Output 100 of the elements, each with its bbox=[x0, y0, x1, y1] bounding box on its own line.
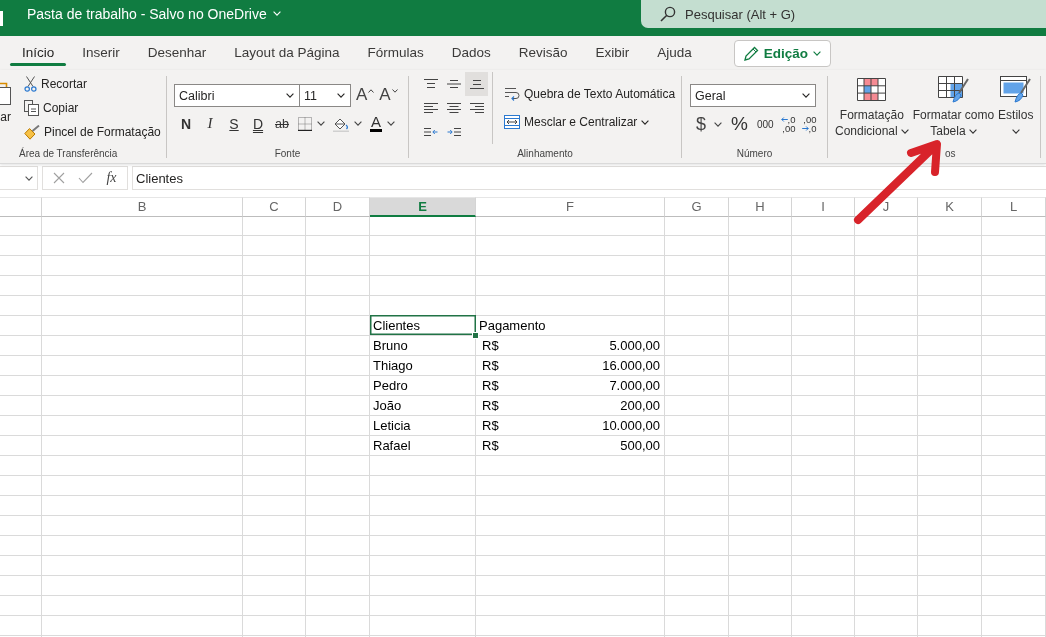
amount-value: 5.000,00 bbox=[609, 337, 660, 355]
amount-value: 7.000,00 bbox=[609, 377, 660, 395]
paste-button[interactable]: ar bbox=[0, 70, 11, 146]
formula-input[interactable]: Clientes bbox=[132, 166, 1046, 190]
scissors-icon bbox=[24, 76, 37, 92]
chevron-icon bbox=[272, 11, 281, 16]
decrease-indent-icon[interactable] bbox=[423, 127, 438, 137]
chevron-icon bbox=[714, 121, 722, 127]
number-format-dropdown[interactable]: Geral bbox=[690, 84, 816, 107]
merge-center-button[interactable]: Mesclar e Centralizar bbox=[502, 108, 678, 136]
italic-button[interactable]: I bbox=[198, 113, 222, 134]
currency-format-button[interactable]: $ bbox=[690, 113, 726, 135]
table-cell-text: Thiago bbox=[372, 357, 414, 375]
thousands-separator-button[interactable]: 000 bbox=[752, 118, 778, 130]
search-icon bbox=[660, 6, 676, 22]
currency-symbol: R$ bbox=[482, 337, 499, 355]
group-label: Área de Transferência bbox=[18, 146, 119, 161]
shrink-font-button[interactable]: A bbox=[379, 84, 398, 107]
column-header[interactable]: C bbox=[243, 197, 306, 217]
increase-indent-icon[interactable] bbox=[446, 127, 461, 137]
group-label: os bbox=[944, 147, 957, 161]
column-header[interactable]: H bbox=[729, 197, 792, 217]
column-header[interactable]: G bbox=[665, 197, 729, 217]
ribbon-tab[interactable]: Revisão bbox=[504, 36, 582, 70]
fill-handle[interactable] bbox=[472, 332, 479, 339]
table-cell-text: Leticia bbox=[372, 417, 412, 435]
ribbon-tab[interactable]: Dados bbox=[437, 36, 505, 70]
ribbon-tab[interactable]: Inserir bbox=[68, 36, 134, 70]
chevron-icon bbox=[1011, 128, 1020, 134]
ribbon-tab[interactable]: Desenhar bbox=[133, 36, 221, 70]
app-logo-icon bbox=[0, 11, 3, 26]
currency-symbol: R$ bbox=[482, 377, 499, 395]
ribbon-tab[interactable]: Layout da Página bbox=[220, 36, 354, 70]
borders-icon bbox=[298, 116, 312, 131]
font-size-dropdown[interactable]: 11 bbox=[300, 84, 351, 107]
ribbon-tab[interactable]: Exibir bbox=[581, 36, 644, 70]
chevron-icon bbox=[641, 119, 650, 125]
currency-symbol: R$ bbox=[482, 417, 499, 435]
document-title[interactable]: Pasta de trabalho - Salvo no OneDrive bbox=[27, 0, 281, 27]
caret-up-icon bbox=[368, 89, 375, 93]
align-middle-icon bbox=[446, 78, 461, 90]
vertical-align-button[interactable] bbox=[465, 72, 488, 96]
align-top-icon bbox=[423, 78, 438, 90]
table-brush-icon bbox=[937, 76, 969, 103]
increase-decimal-button[interactable]: ,0 ,00 bbox=[777, 115, 799, 133]
currency-symbol: R$ bbox=[482, 437, 499, 455]
chevron-icon bbox=[317, 121, 325, 126]
ribbon-tab[interactable]: Início bbox=[8, 36, 69, 70]
grow-font-button[interactable]: A bbox=[356, 84, 375, 107]
bold-button[interactable]: N bbox=[174, 113, 198, 134]
search-field[interactable]: Pesquisar (Alt + G) bbox=[641, 0, 1046, 28]
copy-button[interactable]: Copiar bbox=[22, 96, 163, 120]
column-header[interactable]: E bbox=[370, 197, 476, 217]
ribbon-tab[interactable]: Ajuda bbox=[643, 36, 706, 70]
amount-value: 500,00 bbox=[620, 437, 660, 455]
pencil-icon bbox=[743, 45, 759, 61]
checkmark-icon[interactable] bbox=[78, 172, 94, 184]
percent-button[interactable]: % bbox=[726, 113, 753, 135]
group-label: Fonte bbox=[273, 147, 302, 161]
close-icon[interactable] bbox=[53, 172, 66, 184]
cell-styles-button[interactable]: Estilos bbox=[996, 76, 1036, 146]
arrow-left-icon bbox=[780, 117, 788, 122]
table-cell-text: Rafael bbox=[372, 437, 412, 455]
chevron-icon bbox=[25, 175, 33, 181]
font-name-dropdown[interactable]: Calibri bbox=[174, 84, 300, 107]
chevron-icon bbox=[387, 121, 395, 126]
format-as-table-button[interactable]: Formatar como Tabela bbox=[910, 76, 997, 146]
format-painter-button[interactable]: Pincel de Formatação bbox=[22, 120, 163, 144]
insert-function-button[interactable]: fx bbox=[106, 170, 117, 186]
cut-button[interactable]: Recortar bbox=[22, 72, 163, 96]
column-header[interactable]: I bbox=[792, 197, 855, 217]
wrap-text-icon bbox=[504, 86, 520, 102]
align-left-icon bbox=[423, 102, 438, 114]
currency-symbol: R$ bbox=[482, 357, 499, 375]
merge-cells-icon bbox=[504, 115, 520, 129]
table-cell-text: Bruno bbox=[372, 337, 409, 355]
column-header[interactable]: L bbox=[982, 197, 1046, 217]
arrow-right-icon bbox=[801, 126, 809, 131]
amount-value: 16.000,00 bbox=[602, 357, 660, 375]
conditional-formatting-button[interactable]: Formatação Condicional bbox=[833, 76, 911, 146]
decrease-decimal-button[interactable]: ,00 ,0 bbox=[798, 115, 820, 133]
column-header[interactable]: F bbox=[476, 197, 665, 217]
column-header[interactable]: D bbox=[306, 197, 370, 217]
double-underline-button[interactable]: D bbox=[246, 113, 270, 134]
strikethrough-button[interactable]: ab bbox=[270, 113, 294, 134]
chevron-icon bbox=[337, 93, 345, 98]
chevron-icon bbox=[968, 128, 977, 134]
wrap-text-button[interactable]: Quebra de Texto Automática bbox=[502, 80, 678, 108]
chevron-icon bbox=[900, 128, 909, 134]
underline-button[interactable]: S bbox=[222, 113, 246, 134]
caret-down-icon bbox=[391, 89, 398, 93]
column-header[interactable]: K bbox=[918, 197, 982, 217]
ribbon-tab[interactable]: Fórmulas bbox=[353, 36, 438, 70]
paintbrush-icon bbox=[24, 124, 40, 140]
column-header[interactable]: B bbox=[42, 197, 243, 217]
conditional-formatting-icon bbox=[857, 76, 887, 103]
editing-mode-button[interactable]: Edição bbox=[733, 39, 832, 67]
table-cell-text: Pagamento bbox=[478, 317, 547, 335]
align-bottom-icon bbox=[469, 78, 484, 90]
font-color-button[interactable]: A bbox=[366, 113, 399, 134]
